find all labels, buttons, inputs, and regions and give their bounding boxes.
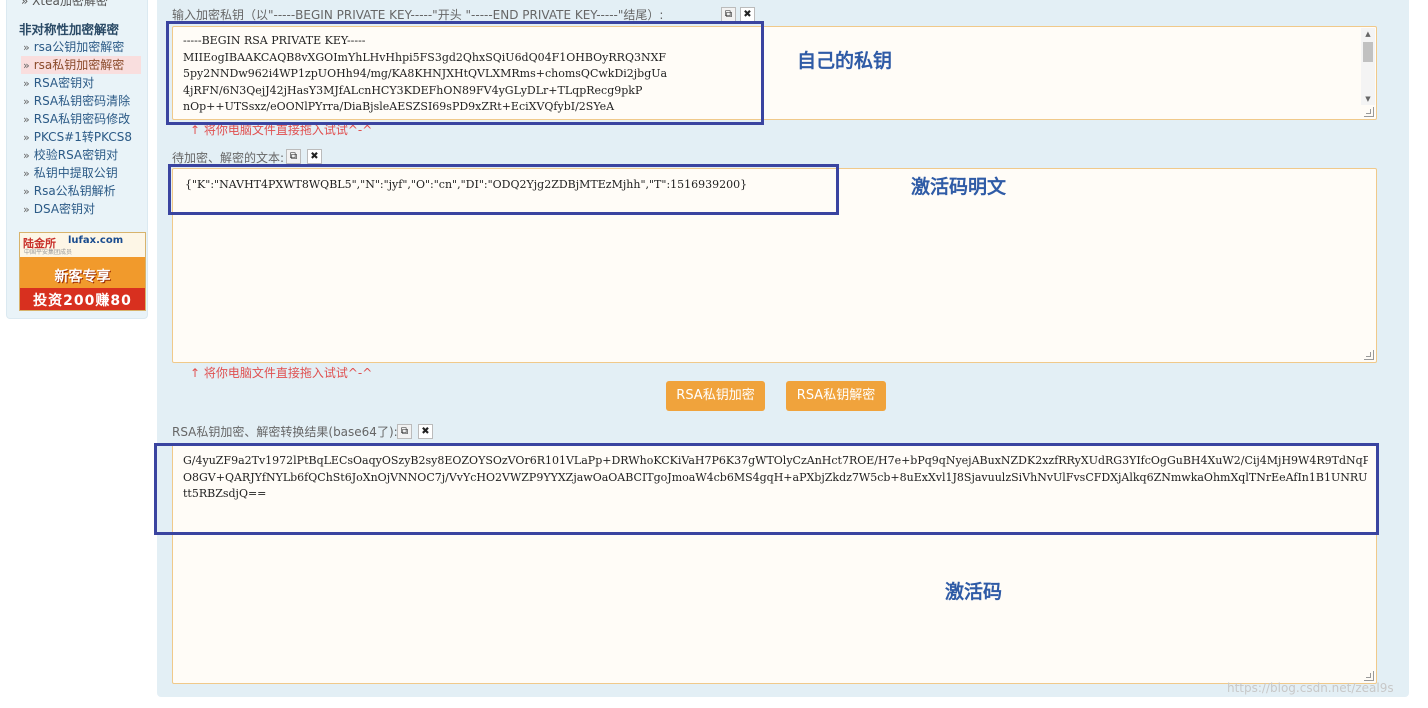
sidebar-item-rsa-public[interactable]: » rsa公钥加密解密 bbox=[21, 38, 141, 56]
sidebar-item-xtea[interactable]: » Xtea加密解密 bbox=[21, 0, 108, 9]
ad-bottom-text: 投资200赚80 bbox=[33, 293, 132, 309]
sidebar-item-label: RSA私钥密码清除 bbox=[33, 94, 131, 108]
close-icon: ✖ bbox=[421, 426, 430, 437]
copy-plain-button[interactable]: ⧉ bbox=[286, 149, 301, 164]
bullet-icon: » bbox=[23, 149, 30, 162]
sidebar-item-label: RSA密钥对 bbox=[33, 76, 95, 90]
plain-drop-hint: ↑ 将你电脑文件直接拖入试试^-^ bbox=[190, 366, 373, 380]
sidebar-item-label: PKCS#1转PKCS8 bbox=[33, 130, 132, 144]
rsa-private-encrypt-button[interactable]: RSA私钥加密 bbox=[666, 381, 765, 411]
ad-subtitle: 中国平安集团成员 bbox=[24, 249, 73, 256]
bullet-icon: » bbox=[23, 77, 30, 90]
sidebar-item-label: rsa公钥加密解密 bbox=[33, 40, 125, 54]
clear-result-button[interactable]: ✖ bbox=[418, 424, 433, 439]
scroll-thumb[interactable] bbox=[1363, 42, 1373, 62]
annotation-plaintext: 激活码明文 bbox=[911, 176, 1007, 198]
bullet-icon: » bbox=[23, 41, 30, 54]
clear-key-button[interactable]: ✖ bbox=[740, 7, 755, 22]
resize-handle-icon[interactable] bbox=[1364, 350, 1374, 360]
bullet-icon: » bbox=[23, 185, 30, 198]
copy-key-button[interactable]: ⧉ bbox=[721, 7, 736, 22]
bullet-icon: » bbox=[23, 59, 30, 72]
bullet-icon: » bbox=[23, 167, 30, 180]
sidebar-item-label: Rsa公私钥解析 bbox=[33, 184, 116, 198]
scroll-down-icon[interactable]: ▼ bbox=[1361, 93, 1375, 105]
copy-icon: ⧉ bbox=[400, 426, 409, 437]
ad-title: 新客专享 bbox=[54, 269, 111, 285]
result-label: RSA私钥加密、解密转换结果(base64了): bbox=[172, 425, 398, 439]
sidebar-list: » rsa公钥加密解密 » rsa私钥加密解密 » RSA密钥对 » RSA私钥密码清除… bbox=[21, 38, 141, 218]
plaintext-highlight-box bbox=[168, 164, 839, 215]
sidebar-item-label: DSA密钥对 bbox=[33, 202, 96, 216]
rsa-private-decrypt-button[interactable]: RSA私钥解密 bbox=[786, 381, 886, 411]
resize-handle-icon[interactable] bbox=[1364, 671, 1374, 681]
clear-plain-button[interactable]: ✖ bbox=[307, 149, 322, 164]
watermark: https://blog.csdn.net/zeal9s bbox=[1227, 681, 1394, 695]
scroll-up-icon[interactable]: ▲ bbox=[1361, 28, 1375, 40]
sidebar-item-extract-public[interactable]: » 私钥中提取公钥 bbox=[21, 164, 141, 182]
private-key-scrollbar[interactable]: ▲ ▼ bbox=[1361, 28, 1375, 105]
sidebar-item-rsa-private[interactable]: » rsa私钥加密解密 bbox=[21, 56, 141, 74]
copy-icon: ⧉ bbox=[724, 9, 733, 20]
ad-banner[interactable]: 陆金所 lufax.com 中国平安集团成员 新客专享 投资200赚80 bbox=[19, 232, 146, 311]
private-key-highlight-box bbox=[166, 21, 764, 125]
ad-logo-en: lufax.com bbox=[68, 235, 124, 246]
sidebar-item-rsa-keypair[interactable]: » RSA密钥对 bbox=[21, 74, 141, 92]
copy-icon: ⧉ bbox=[289, 151, 298, 162]
sidebar-item-dsa-keypair[interactable]: » DSA密钥对 bbox=[21, 200, 141, 218]
sidebar-item-label: 私钥中提取公钥 bbox=[33, 166, 118, 180]
close-icon: ✖ bbox=[743, 9, 752, 20]
sidebar-item-verify-keypair[interactable]: » 校验RSA密钥对 bbox=[21, 146, 141, 164]
close-icon: ✖ bbox=[310, 151, 319, 162]
bullet-icon: » bbox=[23, 203, 30, 216]
sidebar-item-label: RSA私钥密码修改 bbox=[33, 112, 131, 126]
sidebar-item-label: 校验RSA密钥对 bbox=[33, 148, 119, 162]
sidebar-item-pkcs-convert[interactable]: » PKCS#1转PKCS8 bbox=[21, 128, 141, 146]
annotation-private-key: 自己的私钥 bbox=[797, 50, 893, 72]
sidebar-item-rsa-password-change[interactable]: » RSA私钥密码修改 bbox=[21, 110, 141, 128]
copy-result-button[interactable]: ⧉ bbox=[397, 424, 412, 439]
annotation-activation-code: 激活码 bbox=[945, 581, 1003, 603]
sidebar-item-rsa-parse[interactable]: » Rsa公私钥解析 bbox=[21, 182, 141, 200]
sidebar-item-label: rsa私钥加密解密 bbox=[33, 58, 125, 72]
result-highlight-box bbox=[154, 443, 1379, 535]
sidebar-item-rsa-password-clear[interactable]: » RSA私钥密码清除 bbox=[21, 92, 141, 110]
bullet-icon: » bbox=[23, 113, 30, 126]
bullet-icon: » bbox=[23, 95, 30, 108]
bullet-icon: » bbox=[23, 131, 30, 144]
sidebar-section-title: 非对称性加密解密 bbox=[19, 22, 120, 37]
resize-handle-icon[interactable] bbox=[1364, 107, 1374, 117]
